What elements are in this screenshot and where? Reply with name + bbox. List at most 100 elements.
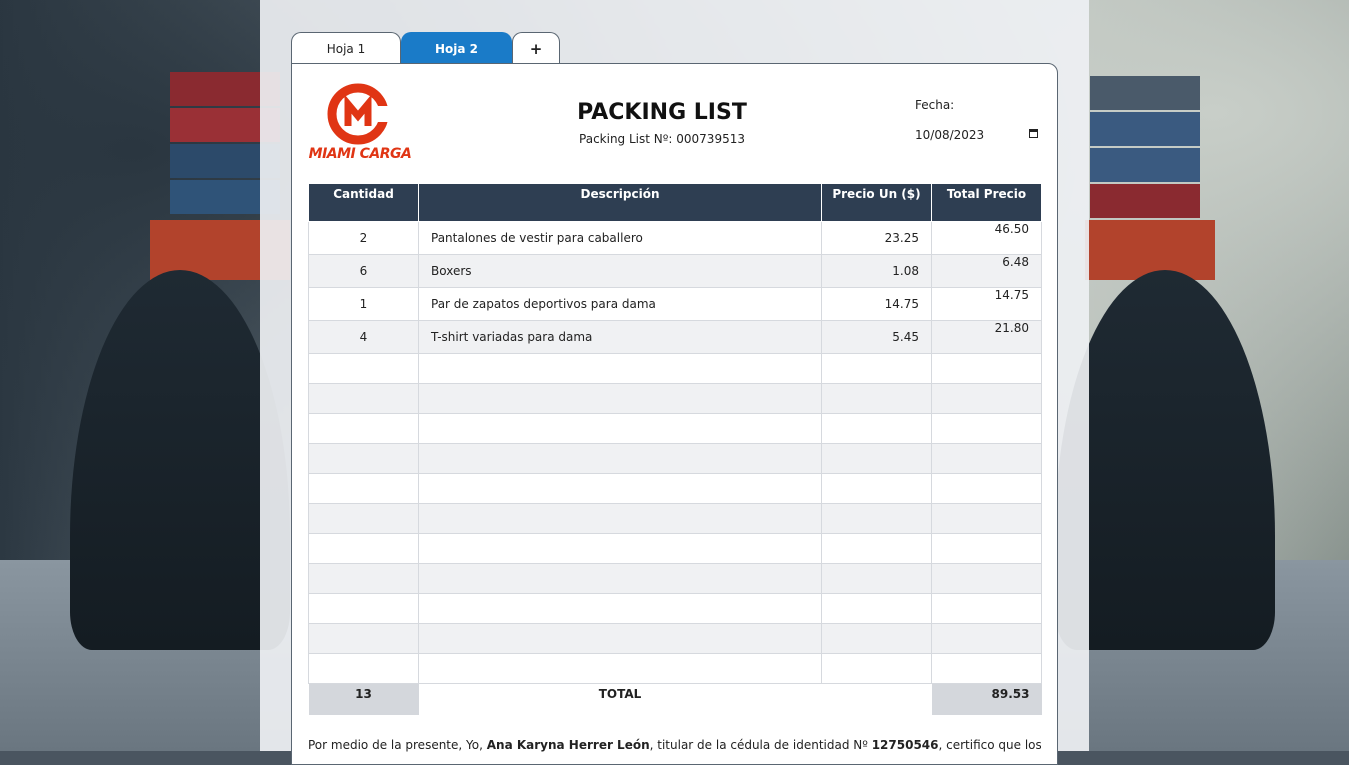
header-cantidad: Cantidad [308, 183, 419, 222]
empty-cell[interactable] [308, 533, 419, 564]
qty-cell[interactable]: 1 [308, 287, 419, 321]
empty-cell[interactable] [308, 563, 419, 594]
empty-cell[interactable] [821, 443, 932, 474]
qty-cell[interactable]: 4 [308, 320, 419, 354]
empty-cell[interactable] [308, 623, 419, 654]
header-total-precio: Total Precio [931, 183, 1042, 222]
containers-right [1090, 76, 1200, 220]
description-cell[interactable]: T-shirt variadas para dama [418, 320, 822, 354]
empty-cell[interactable] [308, 443, 419, 474]
date-label: Fecha: [915, 98, 955, 112]
empty-cell[interactable] [821, 413, 932, 444]
empty-row[interactable] [308, 563, 1042, 594]
date-input[interactable]: 10/08/2023 [908, 124, 1038, 146]
empty-cell[interactable] [821, 563, 932, 594]
empty-cell[interactable] [308, 383, 419, 414]
total-sum: 89.53 [931, 683, 1042, 715]
empty-row[interactable] [308, 443, 1042, 474]
table-row[interactable]: 1 Par de zapatos deportivos para dama 14.7… [308, 287, 1042, 321]
empty-cell[interactable] [821, 623, 932, 654]
date-value: 10/08/2023 [915, 128, 985, 142]
empty-row[interactable] [308, 623, 1042, 654]
empty-cell[interactable] [418, 563, 822, 594]
total-price-cell[interactable]: 14.75 [931, 287, 1042, 321]
table-header-row: Cantidad Descripción Precio Un ($) Total… [308, 183, 1042, 222]
empty-cell[interactable] [418, 623, 822, 654]
unit-price-cell[interactable]: 14.75 [821, 287, 932, 321]
empty-cell[interactable] [418, 503, 822, 534]
empty-cell[interactable] [931, 533, 1042, 564]
empty-cell[interactable] [418, 353, 822, 384]
empty-cell[interactable] [931, 383, 1042, 414]
empty-cell[interactable] [308, 503, 419, 534]
unit-price-cell[interactable]: 5.45 [821, 320, 932, 354]
empty-cell[interactable] [308, 653, 419, 684]
empty-cell[interactable] [931, 503, 1042, 534]
empty-cell[interactable] [821, 533, 932, 564]
empty-row[interactable] [308, 353, 1042, 384]
empty-cell[interactable] [821, 353, 932, 384]
empty-row[interactable] [308, 503, 1042, 534]
empty-cell[interactable] [931, 653, 1042, 684]
empty-cell[interactable] [418, 383, 822, 414]
empty-cell[interactable] [418, 653, 822, 684]
empty-cell[interactable] [821, 473, 932, 504]
unit-price-cell[interactable]: 23.25 [821, 221, 932, 255]
empty-cell[interactable] [418, 473, 822, 504]
empty-cell[interactable] [931, 473, 1042, 504]
table-row[interactable]: 6 Boxers 1.08 6.48 [308, 254, 1042, 288]
empty-cell[interactable] [308, 413, 419, 444]
empty-cell[interactable] [308, 353, 419, 384]
empty-cell[interactable] [418, 443, 822, 474]
empty-cell[interactable] [931, 563, 1042, 594]
empty-cell[interactable] [821, 503, 932, 534]
table-row[interactable]: 2 Pantalones de vestir para caballero 23.2… [308, 221, 1042, 255]
empty-cell[interactable] [931, 413, 1042, 444]
empty-cell[interactable] [821, 383, 932, 414]
id-number: 12750546 [871, 738, 939, 752]
total-row: 13 TOTAL 89.53 [308, 683, 1042, 716]
empty-cell[interactable] [931, 593, 1042, 624]
items-table: Cantidad Descripción Precio Un ($) Total… [308, 183, 1042, 715]
empty-row[interactable] [308, 653, 1042, 684]
add-sheet-button[interactable]: + [512, 32, 560, 64]
signer-name: Ana Karyna Herrer León [486, 738, 650, 752]
empty-cell[interactable] [418, 533, 822, 564]
page-title: PACKING LIST [577, 100, 747, 125]
empty-cell[interactable] [418, 593, 822, 624]
logo-text: MIAMI CARGA [308, 146, 412, 162]
table-row[interactable]: 4 T-shirt variadas para dama 5.45 21.80 [308, 320, 1042, 354]
total-price-cell[interactable]: 46.50 [931, 221, 1042, 255]
unit-price-cell[interactable]: 1.08 [821, 254, 932, 288]
empty-row[interactable] [308, 593, 1042, 624]
empty-cell[interactable] [931, 353, 1042, 384]
qty-cell[interactable]: 6 [308, 254, 419, 288]
empty-cell[interactable] [308, 593, 419, 624]
description-cell[interactable]: Boxers [418, 254, 822, 288]
empty-row[interactable] [308, 413, 1042, 444]
total-price-cell[interactable]: 6.48 [931, 254, 1042, 288]
empty-cell[interactable] [418, 413, 822, 444]
tab-hoja-2[interactable]: Hoja 2 [401, 32, 512, 64]
description-cell[interactable]: Pantalones de vestir para caballero [418, 221, 822, 255]
empty-cell[interactable] [931, 623, 1042, 654]
certification-text: Por medio de la presente, Yo, Ana Karyna… [308, 738, 1041, 752]
header-precio-unitario: Precio Un ($) [821, 183, 932, 222]
total-label: TOTAL [598, 687, 642, 701]
ship-deck-right [1085, 220, 1215, 280]
tab-hoja-1[interactable]: Hoja 1 [291, 32, 401, 64]
header-descripcion: Descripción [418, 183, 822, 222]
empty-cell[interactable] [821, 593, 932, 624]
total-spacer [822, 684, 932, 716]
empty-row[interactable] [308, 383, 1042, 414]
empty-row[interactable] [308, 533, 1042, 564]
qty-cell[interactable]: 2 [308, 221, 419, 255]
total-qty: 13 [308, 683, 419, 715]
empty-cell[interactable] [931, 443, 1042, 474]
empty-cell[interactable] [308, 473, 419, 504]
empty-row[interactable] [308, 473, 1042, 504]
empty-cell[interactable] [821, 653, 932, 684]
total-price-cell[interactable]: 21.80 [931, 320, 1042, 354]
description-cell[interactable]: Par de zapatos deportivos para dama [418, 287, 822, 321]
calendar-icon[interactable] [1029, 129, 1038, 138]
